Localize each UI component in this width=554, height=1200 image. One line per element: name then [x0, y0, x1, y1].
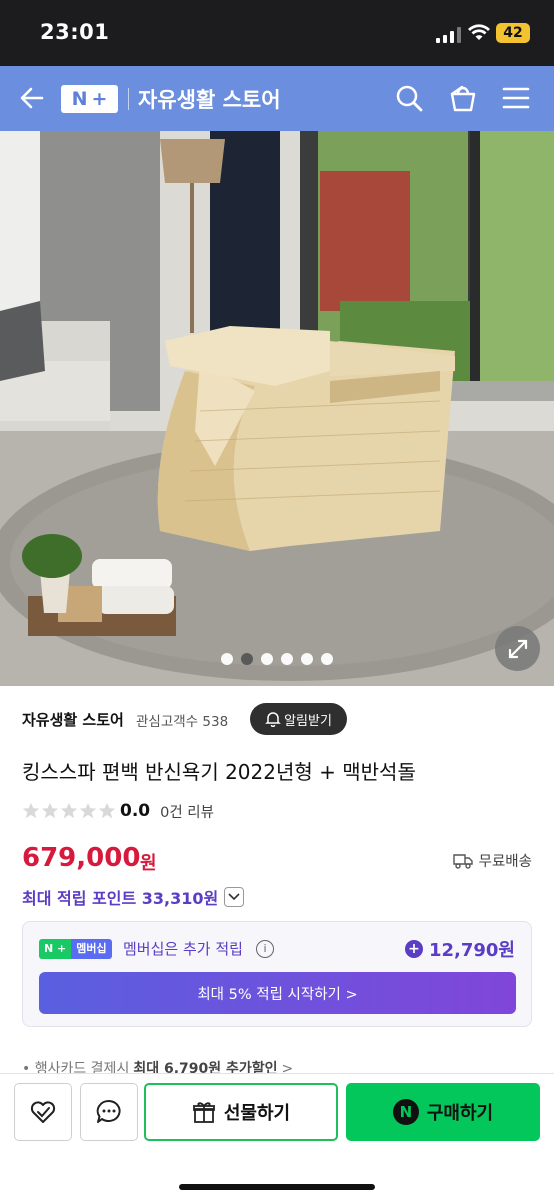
header-divider — [128, 88, 129, 110]
gallery-dot[interactable] — [321, 653, 333, 665]
gift-icon — [192, 1102, 215, 1123]
alert-button[interactable]: 알림받기 — [250, 703, 347, 735]
shopping-bag-icon[interactable] — [448, 83, 478, 113]
wifi-icon — [468, 24, 490, 40]
back-arrow-icon[interactable] — [18, 84, 46, 112]
card-discount-row[interactable]: • 행사카드 결제시 최대 6,790원 추가할인 > — [22, 1057, 293, 1073]
menu-icon[interactable] — [502, 85, 530, 111]
membership-box: N + 멤버십 멤버십은 추가 적립 i + 12,790원 최대 5% 적립 … — [22, 921, 532, 1027]
chevron-right-icon: > — [281, 1061, 294, 1073]
price-unit: 원 — [140, 853, 157, 874]
buy-button[interactable]: N 구매하기 — [346, 1083, 540, 1141]
card-discount-amount: 최대 6,790원 추가할인 — [133, 1061, 278, 1073]
shipping-label: 무료배송 — [478, 854, 532, 870]
membership-badge-label: 멤버십 — [71, 939, 112, 959]
star-icon — [60, 802, 78, 819]
search-icon[interactable] — [395, 84, 423, 112]
logo-n: N — [71, 88, 88, 110]
chevron-down-icon[interactable] — [224, 887, 245, 907]
membership-start-button[interactable]: 최대 5% 적립 시작하기 > — [39, 972, 516, 1014]
plus-circle-icon: + — [404, 940, 423, 958]
expand-icon — [508, 639, 527, 658]
membership-text: 멤버십은 추가 적립 — [123, 940, 243, 958]
wishlist-button[interactable] — [14, 1083, 72, 1141]
naver-pay-icon: N — [392, 1099, 419, 1125]
price-row: 679,000 원 무료배송 — [22, 843, 532, 879]
membership-badge: N + 멤버십 — [39, 939, 112, 959]
battery-indicator: 42 — [496, 23, 530, 43]
rating-row[interactable]: 0.0 0건 리뷰 — [22, 800, 214, 822]
home-indicator — [179, 1184, 375, 1190]
bell-icon — [265, 712, 281, 727]
naver-plus-logo[interactable]: N + — [61, 85, 118, 113]
star-icon — [98, 802, 116, 819]
max-points-label: 최대 적립 포인트 33,310원 — [22, 889, 219, 908]
membership-badge-nplus: N + — [39, 939, 72, 959]
membership-points: + 12,790원 — [404, 936, 515, 962]
favorite-count: 관심고객수 538 — [136, 714, 229, 730]
truck-icon — [452, 853, 473, 869]
expand-image-button[interactable] — [495, 626, 540, 671]
rating-stars — [22, 802, 116, 820]
gallery-dot[interactable] — [281, 653, 293, 665]
shipping-info: 무료배송 — [452, 850, 532, 871]
alert-button-label: 알림받기 — [284, 713, 332, 729]
star-icon — [22, 802, 40, 819]
product-image[interactable] — [0, 131, 554, 686]
app-header: N + 자유생활 스토어 — [0, 66, 554, 131]
gift-button-label: 선물하기 — [223, 1103, 291, 1124]
logo-plus: + — [91, 88, 108, 110]
heart-check-icon — [30, 1101, 56, 1123]
status-time: 23:01 — [40, 20, 110, 44]
rating-score: 0.0 — [120, 801, 151, 821]
bottom-action-bar: 선물하기 N 구매하기 — [0, 1073, 554, 1200]
star-icon — [79, 802, 97, 819]
chat-bubble-icon — [96, 1099, 121, 1123]
store-name[interactable]: 자유생활 스토어 — [22, 709, 124, 730]
product-title: 킹스스파 편백 반신욕기 2022년형 + 맥반석돌 — [22, 760, 416, 784]
star-icon — [41, 802, 59, 819]
buy-button-label: 구매하기 — [426, 1103, 494, 1124]
card-discount-prefix: • 행사카드 결제시 — [22, 1061, 130, 1073]
gallery-dot-active[interactable] — [241, 653, 253, 665]
bath-tub-photo — [0, 131, 554, 686]
membership-points-value: 12,790원 — [428, 940, 515, 961]
status-bar: 23:01 42 — [0, 0, 554, 66]
header-store-name[interactable]: 자유생활 스토어 — [138, 84, 281, 114]
price-value: 679,000 — [22, 843, 141, 873]
gallery-dot[interactable] — [221, 653, 233, 665]
review-count[interactable]: 0건 리뷰 — [160, 801, 214, 822]
gallery-dot[interactable] — [261, 653, 273, 665]
gallery-dot[interactable] — [301, 653, 313, 665]
max-points-row[interactable]: 최대 적립 포인트 33,310원 — [22, 884, 245, 910]
gallery-dots — [0, 653, 554, 667]
info-icon[interactable]: i — [256, 940, 274, 958]
store-info-row: 자유생활 스토어 관심고객수 538 알림받기 — [22, 703, 532, 735]
chat-button[interactable] — [80, 1083, 138, 1141]
gift-button[interactable]: 선물하기 — [144, 1083, 338, 1141]
signal-icon — [436, 27, 461, 43]
